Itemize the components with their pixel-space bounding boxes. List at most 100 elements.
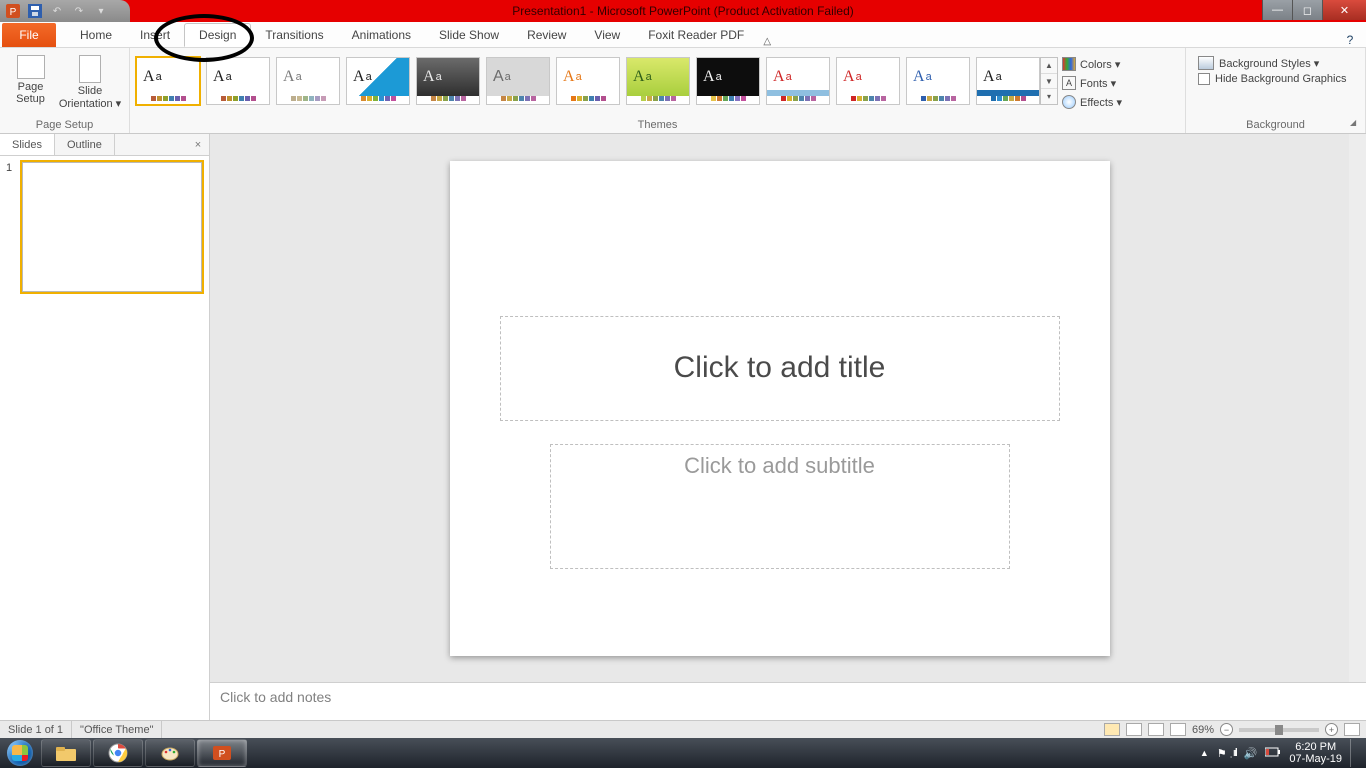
tab-animations[interactable]: Animations [338,23,425,47]
quick-access-toolbar: P ↶ ↷ ▾ [0,0,130,22]
show-desktop-button[interactable] [1350,739,1358,767]
editor-scrollbar[interactable] [1349,134,1366,682]
title-placeholder[interactable]: Click to add title [500,316,1060,421]
view-sorter-button[interactable] [1126,723,1142,736]
qat-dropdown-icon[interactable]: ▾ [92,2,110,20]
theme-thumbnail[interactable]: Aa [766,57,830,105]
tab-slide-show[interactable]: Slide Show [425,23,513,47]
themes-gallery: AaAaAaAaAaAaAaAaAaAaAaAaAa [136,51,1040,111]
theme-swatches [417,96,479,104]
orientation-label: Slide Orientation ▾ [59,85,121,110]
tab-design[interactable]: Design [184,23,251,47]
tab-transitions[interactable]: Transitions [251,23,337,47]
subtitle-placeholder[interactable]: Click to add subtitle [550,444,1010,569]
zoom-out-button[interactable]: − [1220,723,1233,736]
zoom-slider[interactable] [1239,728,1319,732]
tray-flag-icon[interactable]: ⚑ [1217,747,1227,760]
save-icon[interactable] [26,2,44,20]
group-label-themes: Themes [130,119,1185,131]
page-setup-button[interactable]: Page Setup [6,51,55,110]
panel-tab-slides[interactable]: Slides [0,134,55,155]
notes-placeholder: Click to add notes [220,689,331,705]
background-styles-label: Background Styles ▾ [1219,57,1319,70]
colors-button[interactable]: Colors ▾ [1062,55,1122,73]
fonts-label: Fonts ▾ [1080,77,1116,90]
window-title: Presentation1 - Microsoft PowerPoint (Pr… [512,4,853,18]
theme-thumbnail[interactable]: Aa [276,57,340,105]
theme-thumbnail[interactable]: Aa [416,57,480,105]
slide-canvas-area[interactable]: Click to add title Click to add subtitle [210,134,1349,682]
group-label-background: Background [1186,119,1365,131]
tab-view[interactable]: View [580,23,634,47]
theme-preview: Aa [697,58,759,96]
taskbar-chrome-button[interactable] [93,739,143,767]
theme-thumbnail[interactable]: Aa [486,57,550,105]
zoom-in-button[interactable]: + [1325,723,1338,736]
taskbar-powerpoint-button[interactable]: P [197,739,247,767]
slide: Click to add title Click to add subtitle [450,161,1110,656]
hide-bg-label: Hide Background Graphics [1215,73,1346,85]
themes-scroll-down[interactable]: ▼ [1041,74,1057,90]
status-right: 69% − + [1104,723,1366,736]
help-icon[interactable]: ? [1340,33,1360,47]
ribbon: Page Setup Slide Orientation ▾ Page Setu… [0,48,1366,134]
theme-thumbnail[interactable]: Aa [696,57,760,105]
themes-more-button[interactable]: ▾ [1041,89,1057,104]
minimize-button[interactable]: ― [1262,0,1292,20]
theme-swatches [767,96,829,104]
group-page-setup: Page Setup Slide Orientation ▾ Page Setu… [0,48,130,133]
zoom-thumb[interactable] [1275,725,1283,735]
theme-thumbnail[interactable]: Aa [556,57,620,105]
hide-background-checkbox[interactable]: Hide Background Graphics [1198,73,1353,85]
thumbnail-row: 1 [6,162,203,292]
notes-pane[interactable]: Click to add notes [210,682,1366,720]
theme-thumbnail[interactable]: Aa [206,57,270,105]
background-dialog-launcher[interactable]: ◢ [1350,118,1362,130]
clock-time: 6:20 PM [1289,741,1342,753]
fit-to-window-button[interactable] [1344,723,1360,736]
panel-close-button[interactable]: × [187,139,209,151]
tab-foxit-reader-pdf[interactable]: Foxit Reader PDF [634,23,758,47]
status-slide-info: Slide 1 of 1 [0,721,72,738]
taskbar-explorer-button[interactable] [41,739,91,767]
theme-thumbnail[interactable]: Aa [346,57,410,105]
view-slideshow-button[interactable] [1170,723,1186,736]
tray-chevron-icon[interactable]: ▲ [1200,748,1209,758]
close-button[interactable]: ✕ [1322,0,1366,20]
tab-insert[interactable]: Insert [126,23,184,47]
redo-icon[interactable]: ↷ [70,2,88,20]
file-tab[interactable]: File [2,23,56,47]
theme-thumbnail[interactable]: Aa [626,57,690,105]
theme-thumbnail[interactable]: Aa [906,57,970,105]
theme-thumbnail[interactable]: Aa [136,57,200,105]
undo-icon[interactable]: ↶ [48,2,66,20]
svg-text:P: P [10,7,17,18]
view-normal-button[interactable] [1104,723,1120,736]
view-reading-button[interactable] [1148,723,1164,736]
tab-home[interactable]: Home [66,23,126,47]
slide-thumbnail[interactable] [22,162,202,292]
tray-network-icon[interactable]: ̣ııll [1235,747,1236,759]
group-label-page-setup: Page Setup [0,119,129,131]
tab-review[interactable]: Review [513,23,580,47]
folder-icon [55,744,77,762]
effects-button[interactable]: Effects ▾ [1062,93,1122,111]
tray-battery-icon[interactable] [1265,747,1281,760]
theme-thumbnail[interactable]: Aa [976,57,1040,105]
themes-scroll-up[interactable]: ▲ [1041,58,1057,74]
ribbon-minimize-icon[interactable]: △ [758,36,776,47]
tray-volume-icon[interactable]: 🔊 [1244,747,1258,760]
background-styles-button[interactable]: Background Styles ▾ [1198,56,1353,70]
theme-thumbnail[interactable]: Aa [836,57,900,105]
taskbar-paint-button[interactable] [145,739,195,767]
start-button[interactable] [0,738,40,768]
fonts-button[interactable]: A Fonts ▾ [1062,74,1122,92]
theme-preview: Aa [347,58,409,96]
page-setup-icon [17,55,45,79]
theme-preview: Aa [627,58,689,96]
maximize-button[interactable]: ◻ [1292,0,1322,20]
taskbar-clock[interactable]: 6:20 PM 07-May-19 [1289,741,1342,765]
panel-tab-outline[interactable]: Outline [55,134,115,155]
title-bar: P ↶ ↷ ▾ Presentation1 - Microsoft PowerP… [0,0,1366,22]
slide-orientation-button[interactable]: Slide Orientation ▾ [57,51,123,110]
